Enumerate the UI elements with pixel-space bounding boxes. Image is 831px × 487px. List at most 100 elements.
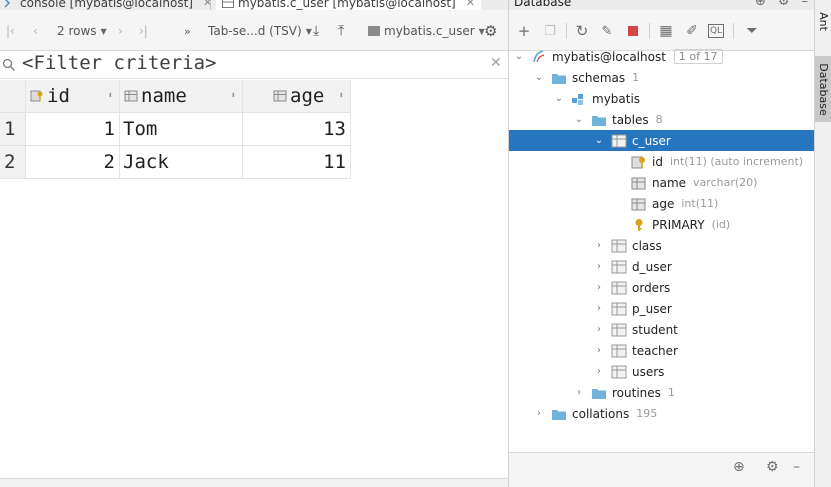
tree-node-routines[interactable]: › routines 1 [509, 382, 814, 403]
data-toolbar: |‹ ‹ 2 rows ▼ › ›| » Tab-se...d (TSV) ▼ ⤓ … [0, 10, 508, 51]
tree-node-label: id [652, 154, 663, 169]
tree-node-schema-mybatis[interactable]: ⌄ mybatis [509, 88, 814, 109]
tree-node-schemas[interactable]: ⌄ schemas 1 [509, 67, 814, 88]
chevron-right-icon[interactable]: › [593, 366, 605, 377]
tree-node-label: orders [632, 280, 671, 295]
column-type: varchar(20) [693, 176, 758, 189]
tree-node-table[interactable]: › p_user [509, 298, 814, 319]
clear-icon[interactable]: ✕ [490, 55, 502, 71]
download-icon[interactable]: ⤓ [313, 22, 319, 40]
chevron-down-icon[interactable]: ⌄ [573, 114, 585, 125]
chevron-down-icon[interactable]: ⌄ [553, 93, 565, 104]
close-icon[interactable]: ✕ [466, 0, 475, 9]
tab-c-user[interactable]: mybatis.c_user [mybatis@localhost] ✕ [216, 0, 481, 10]
filter-bar[interactable]: <Filter criteria> ✕ [0, 51, 508, 79]
gear-icon[interactable]: ⚙ [766, 459, 779, 475]
filter-input[interactable]: <Filter criteria> [22, 52, 216, 74]
sort-icon[interactable]: ⬍ [108, 91, 113, 101]
cell-age[interactable]: 11 [243, 146, 351, 179]
datasource-dropdown[interactable]: mybatis.c_user ▼ [368, 22, 485, 40]
chevron-down-icon[interactable]: ⌄ [533, 72, 545, 83]
table-icon [611, 365, 627, 378]
tab-console-label: console [mybatis@localhost] [20, 0, 193, 10]
tree-node-tables[interactable]: ⌄ tables 8 [509, 109, 814, 130]
tree-node-primary-key[interactable]: PRIMARY (id) [509, 214, 814, 235]
last-page-icon[interactable]: ›| [139, 22, 148, 40]
row-number-header [0, 80, 26, 113]
next-page-icon[interactable]: › [118, 22, 123, 40]
side-tab-ant[interactable]: Ant [815, 6, 831, 36]
column-header-id[interactable]: id ⬍ [26, 80, 120, 113]
cell-name[interactable]: Jack [120, 146, 243, 179]
sort-icon[interactable]: ⬍ [339, 91, 344, 101]
side-tab-database[interactable]: Database [815, 56, 831, 122]
tree-node-label: tables [612, 112, 649, 127]
tree-node-label: routines [612, 385, 661, 400]
tree-node-table[interactable]: › d_user [509, 256, 814, 277]
cell-age[interactable]: 13 [243, 113, 351, 146]
tree-node-column-name[interactable]: name varchar(20) [509, 172, 814, 193]
upload-icon[interactable]: ⤒ [338, 22, 344, 40]
tree-node-datasource[interactable]: ⌄ mybatis@localhost 1 of 17 [509, 46, 814, 67]
stop-icon[interactable] [624, 22, 642, 40]
tree-node-table[interactable]: › users [509, 361, 814, 382]
table-view-icon[interactable]: ▦ [657, 22, 675, 40]
table-row[interactable]: 2 2 Jack 11 [0, 146, 351, 179]
chevron-right-icon[interactable]: › [573, 387, 585, 398]
chevron-right-icon[interactable]: › [593, 261, 605, 272]
row-number[interactable]: 1 [0, 113, 26, 146]
cell-name[interactable]: Tom [120, 113, 243, 146]
tree-node-table[interactable]: › orders [509, 277, 814, 298]
tree-node-column-age[interactable]: age int(11) [509, 193, 814, 214]
sql-console-icon[interactable]: QL [708, 24, 724, 38]
chevron-right-icon[interactable]: › [593, 282, 605, 293]
more-actions-icon[interactable]: » [184, 22, 191, 40]
filter-icon[interactable]: ⏷ [743, 22, 761, 40]
tree-node-collations[interactable]: › collations 195 [509, 403, 814, 424]
rows-label: 2 rows [57, 24, 97, 38]
sort-icon[interactable]: ⬍ [231, 91, 236, 101]
copy-icon[interactable]: ❐ [541, 22, 559, 40]
minimize-icon[interactable]: – [802, 0, 809, 9]
refresh-icon[interactable]: ↻ [573, 22, 591, 40]
minimize-icon[interactable]: – [793, 459, 800, 475]
chevron-right-icon[interactable]: › [593, 240, 605, 251]
previous-page-icon[interactable]: ‹ [33, 22, 38, 40]
tree-node-table[interactable]: › teacher [509, 340, 814, 361]
column-header-name[interactable]: name ⬍ [120, 80, 243, 113]
tree-node-table[interactable]: › class [509, 235, 814, 256]
format-dropdown[interactable]: Tab-se...d (TSV) ▼ [208, 22, 312, 40]
chevron-down-icon[interactable]: ⌄ [513, 51, 525, 62]
table-row[interactable]: 1 1 Tom 13 [0, 113, 351, 146]
chevron-right-icon[interactable]: › [533, 408, 545, 419]
add-icon[interactable]: + [515, 22, 533, 40]
panel-title: Database [514, 0, 572, 9]
tree-node-table[interactable]: › student [509, 319, 814, 340]
chevron-right-icon[interactable]: › [593, 324, 605, 335]
gear-icon[interactable]: ⚙ [778, 0, 790, 9]
edit-properties-icon[interactable]: ✎ [598, 22, 616, 40]
first-page-icon[interactable]: |‹ [6, 22, 15, 40]
tree-node-label: age [652, 196, 675, 211]
cell-id[interactable]: 2 [26, 146, 120, 179]
rows-dropdown[interactable]: 2 rows ▼ [57, 22, 107, 40]
tree-node-column-id[interactable]: id int(11) (auto increment) [509, 151, 814, 172]
globe-icon[interactable]: ⊕ [733, 459, 745, 475]
gear-icon[interactable]: ⚙ [484, 22, 497, 40]
side-tab-label: Ant [817, 11, 830, 31]
tree-node-table-c-user[interactable]: ⌄ c_user [509, 130, 814, 151]
cell-id[interactable]: 1 [26, 113, 120, 146]
chevron-down-icon[interactable]: ⌄ [593, 135, 605, 146]
grid-header-row: id ⬍ name ⬍ age ⬍ [0, 80, 351, 113]
chevron-right-icon[interactable]: › [593, 345, 605, 356]
column-header-age[interactable]: age ⬍ [243, 80, 351, 113]
table-icon [611, 260, 627, 273]
chevron-right-icon[interactable]: › [593, 303, 605, 314]
edit-icon[interactable]: ✐ [683, 22, 701, 40]
toolbar-divider [649, 23, 650, 39]
tab-console[interactable]: console [mybatis@localhost] ✕ [4, 0, 212, 10]
globe-icon[interactable]: ⊕ [755, 0, 766, 9]
column-type: int(11) [681, 197, 719, 210]
row-number[interactable]: 2 [0, 146, 26, 179]
schema-icon [572, 93, 583, 105]
